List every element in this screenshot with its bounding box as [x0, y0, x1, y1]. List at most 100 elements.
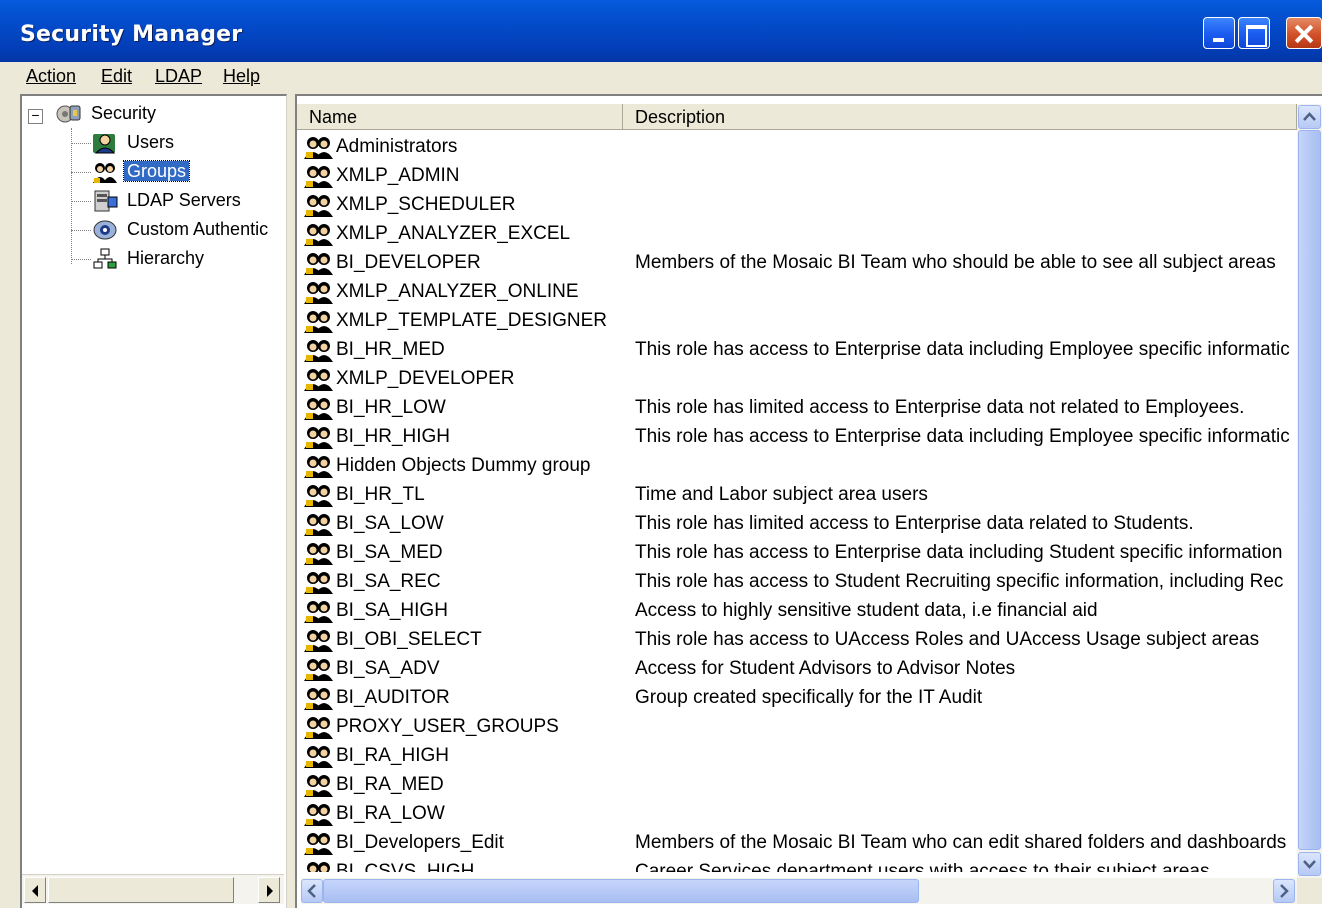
tree-item-security[interactable]: Security [56, 100, 159, 126]
scroll-up-button[interactable] [1298, 105, 1321, 129]
horizontal-scroll-thumb[interactable] [323, 879, 919, 903]
column-header-description[interactable]: Description [623, 104, 1297, 130]
group-description-cell: Access to highly sensitive student data,… [635, 600, 1098, 621]
tree-item-hierarchy[interactable]: Hierarchy [92, 245, 207, 271]
list-vertical-scrollbar[interactable] [1297, 104, 1322, 878]
group-icon [303, 541, 334, 565]
table-row[interactable]: BI_RA_HIGH [297, 741, 1297, 770]
menu-bar: Action Edit LDAP Help [0, 62, 1322, 92]
vertical-scroll-thumb[interactable] [1298, 130, 1321, 850]
group-name: Hidden Objects Dummy group [336, 455, 591, 476]
table-row[interactable]: XMLP_ANALYZER_EXCEL [297, 219, 1297, 248]
table-row[interactable]: BI_HR_TL Time and Labor subject area user… [297, 480, 1297, 509]
group-name-cell: XMLP_ANALYZER_ONLINE [303, 277, 623, 306]
tree-horizontal-scrollbar[interactable] [22, 874, 284, 904]
close-button[interactable] [1286, 17, 1322, 49]
group-name: Administrators [336, 136, 458, 157]
tree-scroll-thumb[interactable] [48, 877, 234, 903]
table-row[interactable]: Administrators [297, 132, 1297, 161]
group-name: BI_OBI_SELECT [336, 629, 482, 650]
tree-item-ldap-servers[interactable]: LDAP Servers [92, 187, 244, 213]
group-name: BI_SA_REC [336, 571, 441, 592]
group-icon [303, 715, 334, 739]
group-description-cell: Members of the Mosaic BI Team who should… [635, 252, 1276, 273]
table-row[interactable]: Hidden Objects Dummy group [297, 451, 1297, 480]
collapse-toggle-icon[interactable]: − [28, 108, 43, 124]
table-row[interactable]: XMLP_ADMIN [297, 161, 1297, 190]
table-row[interactable]: BI_HR_MED This role has access to Enterpr… [297, 335, 1297, 364]
group-name-cell: XMLP_SCHEDULER [303, 190, 623, 219]
group-name-cell: BI_CSVS_HIGH [303, 857, 623, 872]
group-name: BI_DEVELOPER [336, 252, 481, 273]
table-row[interactable]: BI_HR_HIGH This role has access to Enterp… [297, 422, 1297, 451]
table-row[interactable]: BI_Developers_Edit Members of the Mosaic … [297, 828, 1297, 857]
table-row[interactable]: BI_SA_MED This role has access to Enterpr… [297, 538, 1297, 567]
tree-scroll-left-button[interactable] [24, 877, 46, 903]
group-name-cell: BI_SA_MED [303, 538, 623, 567]
scroll-right-button[interactable] [1273, 879, 1295, 903]
table-row[interactable]: BI_SA_ADV Access for Student Advisors to … [297, 654, 1297, 683]
table-row[interactable]: BI_CSVS_HIGH Career Services department u… [297, 857, 1297, 872]
group-description-cell: This role has limited access to Enterpri… [635, 397, 1245, 418]
minimize-button[interactable] [1203, 17, 1235, 49]
table-row[interactable]: XMLP_ANALYZER_ONLINE [297, 277, 1297, 306]
tree-item-users[interactable]: Users [92, 129, 177, 155]
table-row[interactable]: XMLP_DEVELOPER [297, 364, 1297, 393]
group-name-cell: BI_AUDITOR [303, 683, 623, 712]
table-row[interactable]: XMLP_SCHEDULER [297, 190, 1297, 219]
table-row[interactable]: BI_SA_HIGH Access to highly sensitive stu… [297, 596, 1297, 625]
column-header-name[interactable]: Name [297, 104, 623, 130]
list-body: Administrators XMLP_ADMIN XMLP_SCHEDULER XM… [297, 132, 1297, 872]
group-name-cell: Administrators [303, 132, 623, 161]
groups-list[interactable]: Name Description Administrators XMLP_ADMI… [295, 94, 1322, 908]
menu-action[interactable]: Action [24, 66, 78, 87]
table-row[interactable]: BI_DEVELOPER Members of the Mosaic BI Tea… [297, 248, 1297, 277]
group-name-cell: XMLP_DEVELOPER [303, 364, 623, 393]
table-row[interactable]: BI_SA_LOW This role has limited access to… [297, 509, 1297, 538]
group-name: BI_HR_LOW [336, 397, 446, 418]
group-description-cell: Group created specifically for the IT Au… [635, 687, 983, 708]
group-icon [303, 570, 334, 594]
group-name: XMLP_SCHEDULER [336, 194, 516, 215]
scroll-down-button[interactable] [1298, 852, 1321, 876]
window-title: Security Manager [20, 22, 243, 47]
group-name-cell: BI_SA_REC [303, 567, 623, 596]
security-tree[interactable]: − Security Users Groups LDAP Servers Cus… [20, 94, 287, 908]
group-description-cell: This role has access to Enterprise data … [635, 426, 1290, 447]
table-row[interactable]: BI_SA_REC This role has access to Student… [297, 567, 1297, 596]
table-row[interactable]: BI_RA_LOW [297, 799, 1297, 828]
pane-splitter[interactable] [287, 94, 295, 908]
menu-edit[interactable]: Edit [99, 66, 134, 87]
table-row[interactable]: XMLP_TEMPLATE_DESIGNER [297, 306, 1297, 335]
tree-item-groups[interactable]: Groups [92, 158, 191, 184]
users-icon [92, 131, 118, 155]
group-name: BI_SA_LOW [336, 513, 444, 534]
group-icon [303, 425, 334, 449]
resize-grip-icon[interactable] [1297, 878, 1322, 904]
tree-item-custom-authenticator[interactable]: Custom Authentic [92, 216, 271, 242]
group-description-cell: Time and Labor subject area users [635, 484, 928, 505]
table-row[interactable]: BI_OBI_SELECT This role has access to UAc… [297, 625, 1297, 654]
group-name: PROXY_USER_GROUPS [336, 716, 559, 737]
scroll-left-button[interactable] [301, 879, 323, 903]
group-name: XMLP_ANALYZER_ONLINE [336, 281, 579, 302]
table-row[interactable]: BI_AUDITOR Group created specifically for… [297, 683, 1297, 712]
maximize-button[interactable] [1238, 17, 1270, 49]
title-bar[interactable]: Security Manager [0, 0, 1322, 62]
security-manager-window: Security Manager Action Edit LDAP Help − [0, 0, 1322, 908]
group-name-cell: BI_OBI_SELECT [303, 625, 623, 654]
table-row[interactable]: BI_RA_MED [297, 770, 1297, 799]
group-icon [303, 773, 334, 797]
menu-help[interactable]: Help [221, 66, 262, 87]
group-name-cell: BI_DEVELOPER [303, 248, 623, 277]
table-row[interactable]: PROXY_USER_GROUPS [297, 712, 1297, 741]
group-name: XMLP_ADMIN [336, 165, 460, 186]
group-name: BI_CSVS_HIGH [336, 861, 475, 872]
list-horizontal-scrollbar[interactable] [301, 878, 1297, 904]
group-name: XMLP_TEMPLATE_DESIGNER [336, 310, 608, 331]
tree-scroll-right-button[interactable] [258, 877, 280, 903]
table-row[interactable]: BI_HR_LOW This role has limited access to… [297, 393, 1297, 422]
group-name-cell: BI_RA_MED [303, 770, 623, 799]
group-icon [303, 164, 334, 188]
menu-ldap[interactable]: LDAP [153, 66, 204, 87]
